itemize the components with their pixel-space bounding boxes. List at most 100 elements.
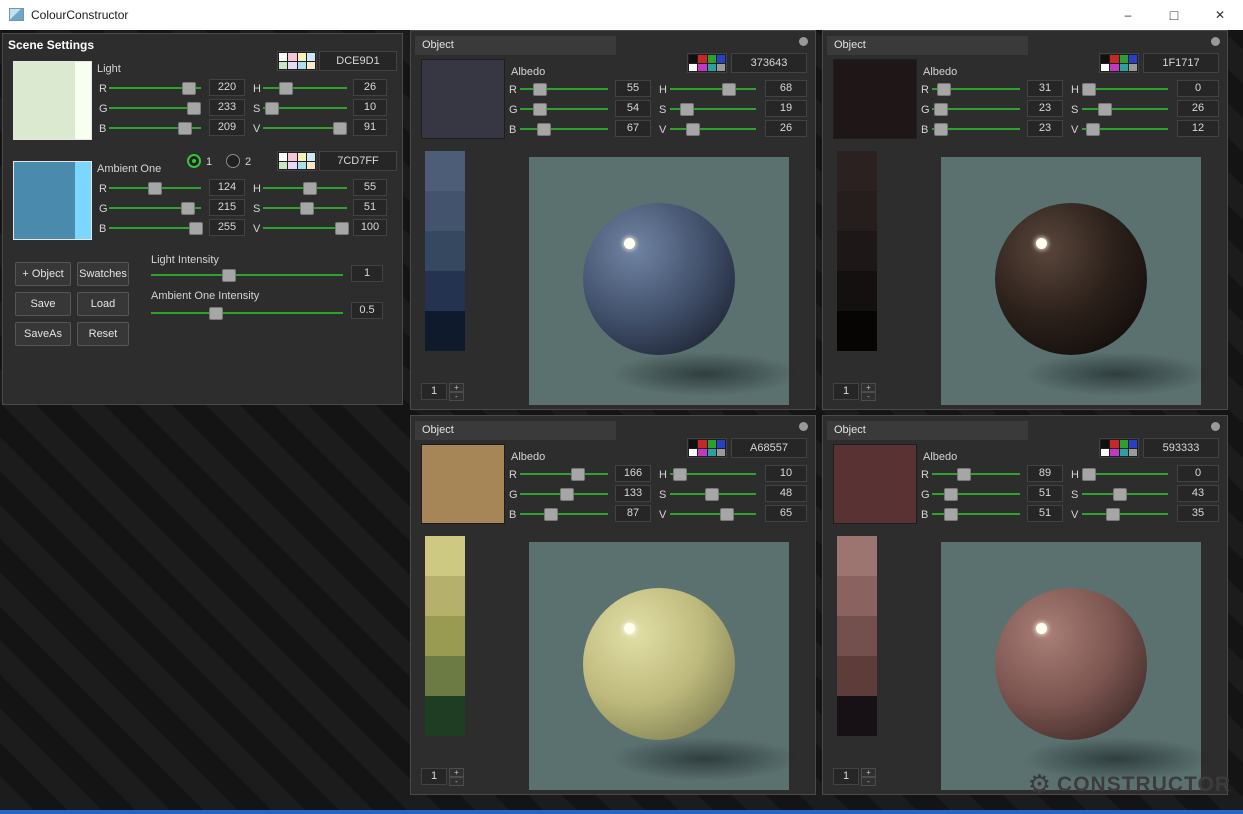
albedo-palette-icon[interactable]: [687, 438, 727, 458]
shade-swatch[interactable]: [837, 311, 877, 351]
light-r-slider[interactable]: [109, 81, 201, 94]
light-v-value[interactable]: 91: [353, 119, 387, 136]
albedo-r-value[interactable]: 89: [1027, 465, 1063, 482]
reset-button[interactable]: Reset: [77, 322, 129, 346]
albedo-v-value[interactable]: 65: [765, 505, 807, 522]
ambient-h-slider[interactable]: [263, 181, 347, 194]
albedo-g-value[interactable]: 23: [1027, 100, 1063, 117]
albedo-g-slider[interactable]: [932, 487, 1020, 500]
shade-swatch[interactable]: [837, 576, 877, 616]
albedo-swatch[interactable]: [833, 444, 917, 524]
shade-swatch[interactable]: [837, 231, 877, 271]
add-object-button[interactable]: + Object: [15, 262, 71, 286]
count-decrement-button[interactable]: -: [861, 777, 876, 786]
panel-options-icon[interactable]: [1211, 37, 1220, 46]
shade-swatch[interactable]: [837, 616, 877, 656]
albedo-v-value[interactable]: 26: [765, 120, 807, 137]
shade-swatch[interactable]: [837, 696, 877, 736]
albedo-r-slider[interactable]: [520, 82, 608, 95]
albedo-hex-field[interactable]: 1F1717: [1143, 53, 1219, 73]
ambient-v-slider[interactable]: [263, 221, 347, 234]
albedo-b-value[interactable]: 87: [615, 505, 651, 522]
minimize-button[interactable]: –: [1105, 0, 1151, 30]
shade-swatch[interactable]: [425, 616, 465, 656]
albedo-v-slider[interactable]: [670, 122, 756, 135]
saveas-button[interactable]: SaveAs: [15, 322, 71, 346]
ambient-color-swatch[interactable]: [13, 161, 92, 240]
albedo-g-value[interactable]: 54: [615, 100, 651, 117]
shade-swatch[interactable]: [425, 191, 465, 231]
ambient-palette-icon[interactable]: [277, 151, 317, 171]
panel-options-icon[interactable]: [1211, 422, 1220, 431]
albedo-s-slider[interactable]: [670, 102, 756, 115]
count-increment-button[interactable]: +: [861, 383, 876, 392]
albedo-b-slider[interactable]: [520, 122, 608, 135]
count-decrement-button[interactable]: -: [861, 392, 876, 401]
albedo-g-value[interactable]: 133: [615, 485, 651, 502]
shade-swatch[interactable]: [425, 151, 465, 191]
albedo-palette-icon[interactable]: [687, 53, 727, 73]
shade-swatch[interactable]: [425, 311, 465, 351]
albedo-v-value[interactable]: 12: [1177, 120, 1219, 137]
light-h-value[interactable]: 26: [353, 79, 387, 96]
light-b-value[interactable]: 209: [209, 119, 245, 136]
light-g-slider[interactable]: [109, 101, 201, 114]
light-s-slider[interactable]: [263, 101, 347, 114]
albedo-hex-field[interactable]: A68557: [731, 438, 807, 458]
albedo-g-value[interactable]: 51: [1027, 485, 1063, 502]
shade-swatch[interactable]: [425, 271, 465, 311]
panel-options-icon[interactable]: [799, 37, 808, 46]
ambient-g-value[interactable]: 215: [209, 199, 245, 216]
albedo-h-slider[interactable]: [1082, 82, 1168, 95]
light-r-value[interactable]: 220: [209, 79, 245, 96]
light-v-slider[interactable]: [263, 121, 347, 134]
albedo-s-slider[interactable]: [1082, 487, 1168, 500]
albedo-palette-icon[interactable]: [1099, 53, 1139, 73]
albedo-b-slider[interactable]: [932, 507, 1020, 520]
albedo-v-slider[interactable]: [1082, 122, 1168, 135]
object-count-field[interactable]: 1: [421, 768, 447, 785]
albedo-s-value[interactable]: 43: [1177, 485, 1219, 502]
albedo-swatch[interactable]: [421, 59, 505, 139]
albedo-s-value[interactable]: 19: [765, 100, 807, 117]
albedo-r-slider[interactable]: [520, 467, 608, 480]
albedo-h-slider[interactable]: [1082, 467, 1168, 480]
albedo-h-value[interactable]: 0: [1177, 80, 1219, 97]
albedo-g-slider[interactable]: [520, 102, 608, 115]
shade-swatch[interactable]: [837, 191, 877, 231]
shade-swatch[interactable]: [837, 151, 877, 191]
light-color-swatch[interactable]: [13, 61, 92, 140]
load-button[interactable]: Load: [77, 292, 129, 316]
ambient-s-slider[interactable]: [263, 201, 347, 214]
light-palette-icon[interactable]: [277, 51, 317, 71]
albedo-r-value[interactable]: 166: [615, 465, 651, 482]
panel-options-icon[interactable]: [799, 422, 808, 431]
ambient-s-value[interactable]: 51: [353, 199, 387, 216]
ambient-intensity-value[interactable]: 0.5: [351, 302, 383, 319]
light-g-value[interactable]: 233: [209, 99, 245, 116]
light-intensity-value[interactable]: 1: [351, 265, 383, 282]
ambient-intensity-slider[interactable]: [151, 306, 343, 319]
albedo-swatch[interactable]: [421, 444, 505, 524]
albedo-h-slider[interactable]: [670, 82, 756, 95]
albedo-swatch[interactable]: [833, 59, 917, 139]
light-b-slider[interactable]: [109, 121, 201, 134]
ambient-r-slider[interactable]: [109, 181, 201, 194]
count-decrement-button[interactable]: -: [449, 392, 464, 401]
object-count-field[interactable]: 1: [833, 768, 859, 785]
albedo-g-slider[interactable]: [520, 487, 608, 500]
ambient-b-value[interactable]: 255: [209, 219, 245, 236]
count-increment-button[interactable]: +: [449, 768, 464, 777]
albedo-h-slider[interactable]: [670, 467, 756, 480]
ambient-b-slider[interactable]: [109, 221, 201, 234]
ambient-g-slider[interactable]: [109, 201, 201, 214]
save-button[interactable]: Save: [15, 292, 71, 316]
albedo-hex-field[interactable]: 593333: [1143, 438, 1219, 458]
shade-swatch[interactable]: [425, 231, 465, 271]
albedo-h-value[interactable]: 68: [765, 80, 807, 97]
albedo-r-slider[interactable]: [932, 82, 1020, 95]
ambient-h-value[interactable]: 55: [353, 179, 387, 196]
albedo-b-value[interactable]: 67: [615, 120, 651, 137]
close-button[interactable]: ✕: [1197, 0, 1243, 30]
albedo-v-value[interactable]: 35: [1177, 505, 1219, 522]
